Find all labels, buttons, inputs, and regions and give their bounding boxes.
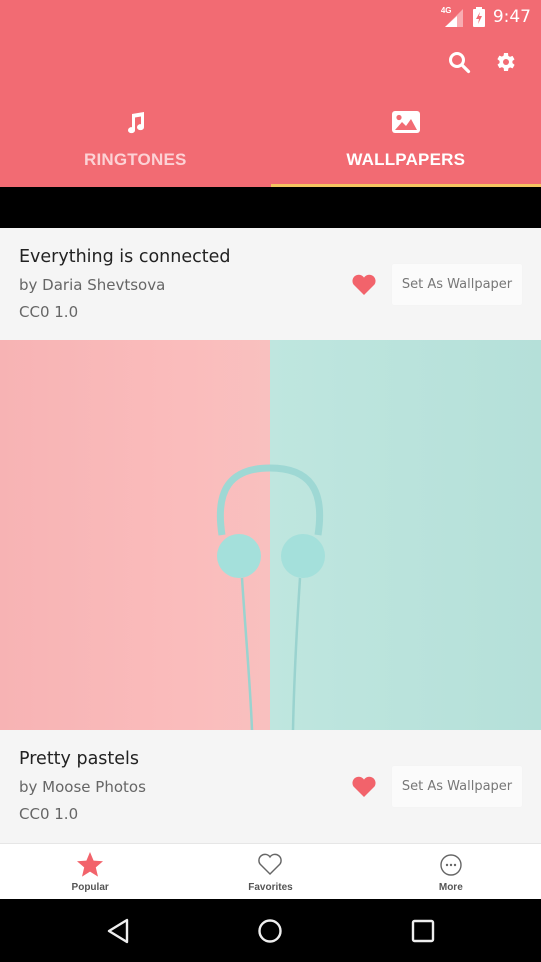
bottom-navigation: Popular Favorites More bbox=[0, 843, 541, 899]
more-circle-icon bbox=[440, 854, 462, 876]
tab-ringtones[interactable]: RINGTONES bbox=[0, 100, 271, 187]
headphones-illustration bbox=[216, 464, 325, 730]
favorite-heart-icon[interactable] bbox=[351, 274, 377, 296]
battery-charging-icon bbox=[472, 7, 485, 27]
wallpaper-card-info: Everything is connected by Daria Shevtso… bbox=[0, 228, 541, 340]
network-type: 4G bbox=[440, 6, 452, 15]
heart-outline-icon bbox=[258, 853, 283, 875]
image-icon bbox=[391, 111, 420, 133]
gear-icon[interactable] bbox=[493, 50, 517, 74]
tab-label: RINGTONES bbox=[83, 150, 187, 169]
nav-favorites[interactable]: Favorites bbox=[180, 844, 360, 899]
nav-more[interactable]: More bbox=[361, 844, 541, 899]
clock: 9:47 bbox=[492, 7, 531, 27]
favorite-heart-icon[interactable] bbox=[351, 776, 377, 798]
music-note-icon bbox=[128, 112, 145, 134]
star-icon bbox=[77, 852, 104, 877]
status-bar: 4G 9:47 bbox=[441, 5, 531, 29]
home-icon[interactable] bbox=[256, 917, 284, 945]
nav-label: Favorites bbox=[248, 882, 293, 893]
set-as-wallpaper-button[interactable]: Set As Wallpaper bbox=[392, 766, 522, 807]
signal-icon: 4G bbox=[441, 6, 465, 28]
wallpaper-license: CC0 1.0 bbox=[19, 303, 79, 321]
wallpaper-card-info: Pretty pastels by Moose Photos CC0 1.0 S… bbox=[0, 730, 541, 842]
tab-label: WALLPAPERS bbox=[346, 150, 466, 169]
nav-label: Popular bbox=[71, 882, 109, 893]
system-navigation-bar bbox=[0, 899, 541, 962]
image-placeholder-band bbox=[0, 187, 541, 228]
nav-popular[interactable]: Popular bbox=[0, 844, 180, 899]
wallpaper-list[interactable]: Everything is connected by Daria Shevtso… bbox=[0, 228, 541, 843]
nav-label: More bbox=[438, 882, 463, 893]
back-icon[interactable] bbox=[105, 917, 133, 945]
toolbar-actions bbox=[447, 50, 517, 74]
wallpaper-license: CC0 1.0 bbox=[19, 805, 79, 823]
tab-bar: RINGTONES WALLPAPERS bbox=[0, 100, 541, 187]
tab-wallpapers[interactable]: WALLPAPERS bbox=[270, 100, 541, 187]
recents-icon[interactable] bbox=[409, 917, 437, 945]
app-bar: 4G 9:47 RINGTONES WALLPAPERS bbox=[0, 0, 541, 187]
set-as-wallpaper-button[interactable]: Set As Wallpaper bbox=[392, 264, 522, 305]
wallpaper-image[interactable] bbox=[0, 340, 541, 730]
search-icon[interactable] bbox=[447, 50, 471, 74]
